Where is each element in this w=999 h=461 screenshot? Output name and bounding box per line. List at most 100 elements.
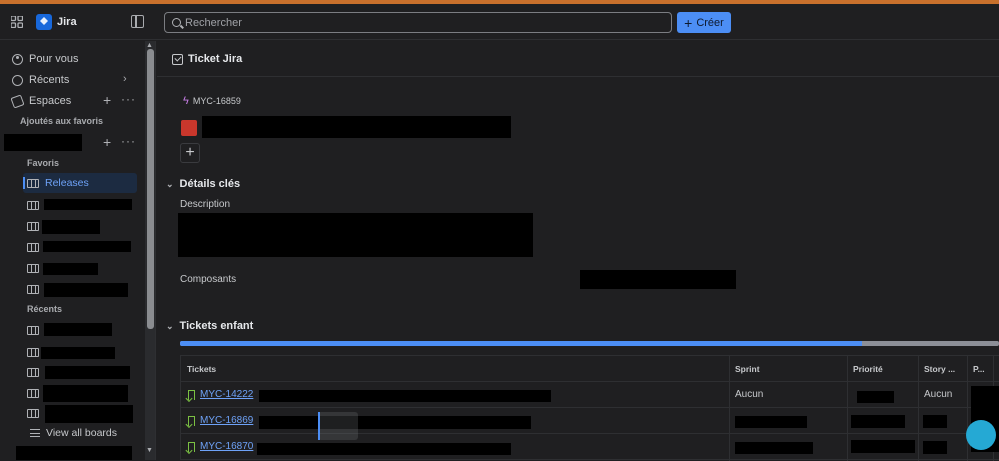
board-icon: [27, 408, 39, 418]
redacted-description[interactable]: [178, 213, 533, 257]
section-recents: Récents: [27, 304, 63, 314]
issue-breadcrumb[interactable]: ϟ MYC-16859: [183, 95, 241, 107]
story-bookmark-icon: [188, 442, 195, 452]
user-circle-icon: [12, 53, 23, 65]
story-bookmark-icon: [188, 390, 195, 400]
child-tickets-table: Tickets Sprint Priorité Story ... P... M…: [180, 355, 999, 461]
column-header-tickets[interactable]: Tickets: [187, 364, 216, 374]
issue-key[interactable]: MYC-16859: [193, 96, 241, 106]
redacted-priority: [851, 440, 915, 453]
redacted-ticket-summary[interactable]: [259, 390, 551, 402]
section-details-cles[interactable]: ⌄ Détails clés: [166, 178, 240, 190]
board-icon: [27, 388, 39, 398]
more-options-icon[interactable]: ···: [121, 92, 136, 106]
board-icon: [27, 325, 39, 335]
divider: [157, 76, 999, 77]
sidebar-item-recents[interactable]: Récents: [12, 71, 69, 89]
add-icon[interactable]: +: [103, 134, 111, 150]
table-row[interactable]: MYC-16870: [181, 434, 999, 460]
redacted-text: [45, 366, 130, 379]
sidebar-item-pour-vous[interactable]: Pour vous: [12, 50, 79, 68]
redacted-space-name[interactable]: [4, 134, 82, 151]
redacted-sprint: [735, 416, 807, 428]
redacted-composants-value[interactable]: [580, 270, 736, 289]
redacted-text: [45, 405, 133, 423]
redacted-ticket-summary[interactable]: [259, 416, 531, 429]
view-all-boards-label: View all boards: [46, 427, 118, 439]
app-name[interactable]: Jira: [57, 16, 77, 28]
scroll-up-arrow-icon[interactable]: ▲: [146, 42, 153, 49]
search-bar[interactable]: [164, 12, 672, 33]
add-button[interactable]: +: [180, 143, 200, 163]
child-progress-fill: [180, 341, 863, 346]
board-icon: [27, 347, 39, 357]
column-header-story[interactable]: Story ...: [924, 364, 955, 374]
chevron-down-icon: ⌄: [166, 178, 174, 189]
sidebar-item-releases[interactable]: Releases: [27, 175, 89, 191]
sidebar-item-label: Récents: [29, 74, 70, 86]
column-header-p[interactable]: P...: [973, 364, 985, 374]
redacted-story-points: [923, 415, 947, 428]
section-ajoutes-aux-favoris: Ajoutés aux favoris: [20, 116, 104, 126]
plus-icon: +: [684, 14, 693, 31]
child-progress-bar: [180, 341, 999, 346]
jira-logo-icon[interactable]: [36, 14, 52, 30]
spaces-icon: [10, 93, 25, 109]
floating-help-button[interactable]: [966, 420, 996, 450]
loading-overlay: [318, 412, 358, 440]
sidebar-scrollbar-thumb[interactable]: [147, 49, 154, 329]
scroll-down-arrow-icon[interactable]: ▼: [146, 447, 153, 454]
sidebar-item-recent-board[interactable]: [27, 405, 45, 421]
list-icon: [30, 429, 40, 437]
sidebar-item-espaces[interactable]: Espaces: [10, 92, 72, 110]
create-button-label: Créer: [696, 16, 724, 29]
redacted-text: [44, 283, 128, 297]
section-tickets-enfant[interactable]: ⌄ Tickets enfant: [166, 320, 253, 332]
board-icon: [27, 367, 39, 377]
page-title: Ticket Jira: [188, 53, 243, 65]
redacted-story-points: [923, 441, 947, 454]
section-title: Détails clés: [179, 178, 241, 190]
app-switcher-icon[interactable]: [11, 16, 23, 28]
table-row[interactable]: MYC-16869: [181, 408, 999, 434]
table-row[interactable]: MYC-14222 Aucun Aucun: [181, 382, 999, 408]
table-header: Tickets Sprint Priorité Story ... P...: [181, 356, 999, 382]
sidebar-item-label: Espaces: [29, 95, 72, 107]
sprint-cell: Aucun: [735, 389, 764, 400]
sidebar-toggle-icon[interactable]: [131, 15, 144, 28]
sidebar-item-label: Pour vous: [29, 53, 79, 65]
redacted-ticket-summary[interactable]: [257, 443, 511, 455]
section-title: Tickets enfant: [179, 320, 254, 332]
search-input[interactable]: [185, 15, 665, 30]
search-icon: [172, 18, 181, 27]
sidebar-item-label: Releases: [45, 177, 89, 189]
ticket-key-link[interactable]: MYC-16870: [200, 441, 253, 452]
add-space-icon[interactable]: +: [103, 92, 111, 108]
issue-color-square[interactable]: [181, 120, 197, 136]
redacted-priority: [851, 415, 905, 428]
issue-view: Ticket Jira ϟ MYC-16859 + ⌄ Détails clés…: [157, 41, 999, 461]
sidebar: Pour vous Récents › Espaces + ··· Ajouté…: [0, 41, 156, 460]
view-all-boards-link[interactable]: View all boards: [30, 427, 117, 439]
ticket-key-link[interactable]: MYC-16869: [200, 415, 253, 426]
more-options-icon[interactable]: ···: [121, 134, 136, 148]
column-header-sprint[interactable]: Sprint: [735, 364, 760, 374]
story-bookmark-icon: [188, 416, 195, 426]
chevron-down-icon: ⌄: [166, 320, 174, 331]
chevron-right-icon[interactable]: ›: [123, 73, 127, 85]
create-button[interactable]: + Créer: [677, 12, 731, 33]
redacted-text: [41, 347, 115, 359]
sidebar-item-recent-board[interactable]: [27, 322, 45, 338]
sidebar-item-favorite-board[interactable]: [27, 281, 45, 297]
section-favoris: Favoris: [27, 158, 60, 168]
drag-insertion-marker: [318, 412, 320, 440]
sidebar-item-recent-board[interactable]: [27, 364, 45, 380]
sidebar-item-favorite-board[interactable]: [27, 197, 45, 213]
top-navigation-bar: Jira + Créer: [0, 4, 999, 40]
ticket-key-link[interactable]: MYC-14222: [200, 389, 253, 400]
redacted-text: [43, 241, 131, 252]
redacted-issue-title[interactable]: [202, 116, 511, 138]
column-header-priorite[interactable]: Priorité: [853, 364, 883, 374]
redacted-text: [44, 199, 132, 210]
board-icon: [27, 200, 39, 210]
